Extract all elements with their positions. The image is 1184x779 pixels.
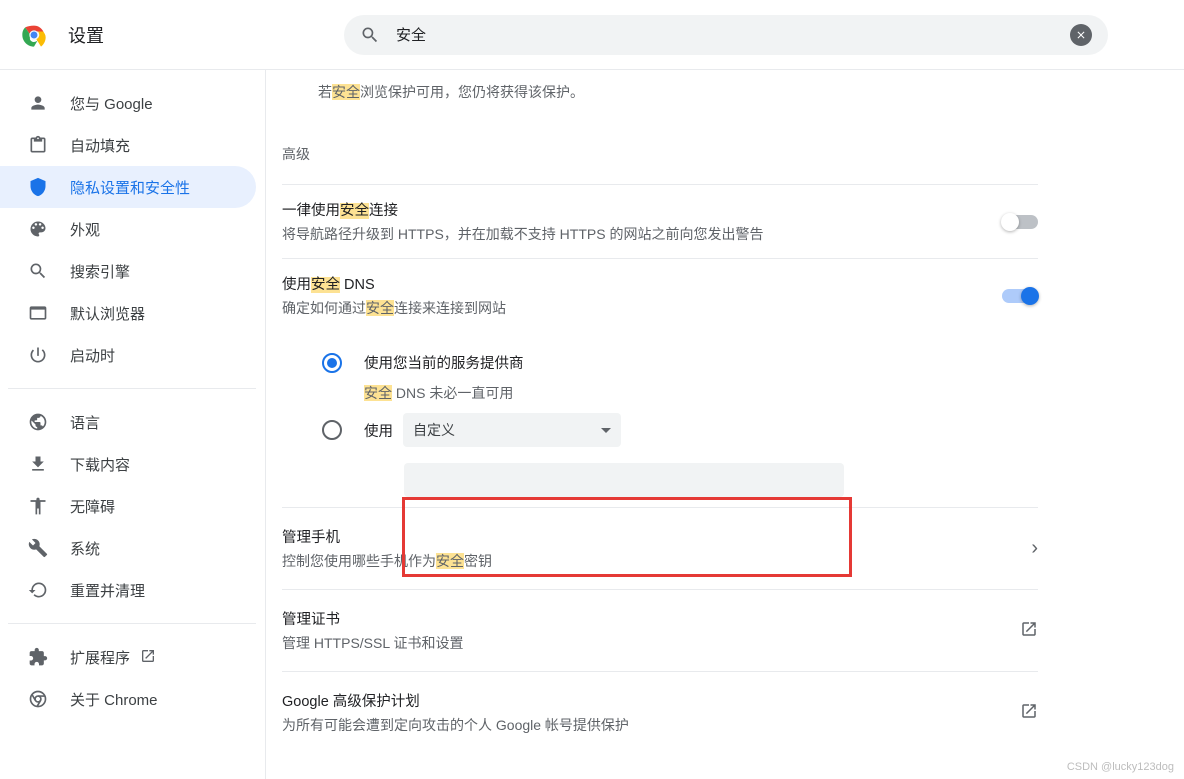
- always-https-title: 一律使用安全连接: [282, 199, 1002, 220]
- chevron-right-icon: ›: [1031, 537, 1038, 560]
- dns-provider-dropdown[interactable]: 自定义: [403, 413, 621, 447]
- app-header: 设置 安全: [0, 0, 1184, 70]
- manage-certificates-row[interactable]: 管理证书 管理 HTTPS/SSL 证书和设置: [282, 589, 1038, 671]
- close-icon: [1075, 29, 1087, 41]
- sidebar-item-label: 系统: [70, 538, 100, 559]
- sidebar: 您与 Google 自动填充 隐私设置和安全性 外观 搜索引擎 默认浏览器 启动…: [0, 70, 265, 779]
- restore-icon: [28, 580, 48, 600]
- sidebar-item-system[interactable]: 系统: [0, 527, 256, 569]
- download-icon: [28, 454, 48, 474]
- sidebar-item-language[interactable]: 语言: [0, 401, 256, 443]
- manage-phones-sub: 控制您使用哪些手机作为安全密钥: [282, 551, 492, 571]
- sidebar-item-reset[interactable]: 重置并清理: [0, 569, 256, 611]
- chrome-logo-icon: [20, 21, 48, 49]
- open-external-icon: [1020, 620, 1038, 641]
- sidebar-item-startup[interactable]: 启动时: [0, 334, 256, 376]
- always-https-row: 一律使用安全连接 将导航路径升级到 HTTPS，并在加载不支持 HTTPS 的网…: [282, 184, 1038, 258]
- search-icon: [28, 261, 48, 281]
- dns-custom-input[interactable]: [404, 463, 844, 497]
- sidebar-item-label: 默认浏览器: [70, 303, 145, 324]
- secure-dns-toggle[interactable]: [1002, 289, 1038, 303]
- advanced-section-title: 高级: [282, 144, 1038, 164]
- sidebar-item-label: 扩展程序: [70, 647, 130, 668]
- accessibility-icon: [28, 496, 48, 516]
- clear-search-button[interactable]: [1070, 24, 1092, 46]
- sidebar-item-label: 无障碍: [70, 496, 115, 517]
- sidebar-item-label: 外观: [70, 219, 100, 240]
- secure-dns-title: 使用安全 DNS: [282, 273, 1002, 294]
- manage-certificates-title: 管理证书: [282, 608, 464, 629]
- always-https-sub: 将导航路径升级到 HTTPS，并在加载不支持 HTTPS 的网站之前向您发出警告: [282, 224, 1002, 244]
- manage-phones-row[interactable]: 管理手机 控制您使用哪些手机作为安全密钥 ›: [282, 507, 1038, 589]
- always-https-toggle[interactable]: [1002, 215, 1038, 229]
- sidebar-item-label: 关于 Chrome: [70, 689, 158, 710]
- dropdown-label: 自定义: [413, 420, 455, 440]
- sidebar-item-label: 您与 Google: [70, 93, 153, 114]
- person-icon: [28, 93, 48, 113]
- sidebar-item-label: 启动时: [70, 345, 115, 366]
- sidebar-item-label: 语言: [70, 412, 100, 433]
- advanced-protection-row[interactable]: Google 高级保护计划 为所有可能会遭到定向攻击的个人 Google 帐号提…: [282, 671, 1038, 753]
- secure-dns-sub: 确定如何通过安全连接来连接到网站: [282, 298, 1002, 318]
- sidebar-item-label: 自动填充: [70, 135, 130, 156]
- sidebar-item-extensions[interactable]: 扩展程序: [0, 636, 256, 678]
- sidebar-item-search-engine[interactable]: 搜索引擎: [0, 250, 256, 292]
- search-input-value: 安全: [396, 24, 1070, 45]
- sidebar-item-label: 搜索引擎: [70, 261, 130, 282]
- page-title: 设置: [68, 22, 104, 48]
- radio-icon: [322, 353, 342, 373]
- shield-icon: [28, 177, 48, 197]
- radio-label: 使用: [364, 420, 393, 441]
- extension-icon: [28, 647, 48, 667]
- sidebar-item-about[interactable]: 关于 Chrome: [0, 678, 256, 720]
- globe-icon: [28, 412, 48, 432]
- radio-icon: [322, 420, 342, 440]
- sidebar-item-label: 下载内容: [70, 454, 130, 475]
- sidebar-item-label: 重置并清理: [70, 580, 145, 601]
- manage-certificates-sub: 管理 HTTPS/SSL 证书和设置: [282, 633, 464, 653]
- sidebar-item-downloads[interactable]: 下载内容: [0, 443, 256, 485]
- chrome-outline-icon: [28, 689, 48, 709]
- power-icon: [28, 345, 48, 365]
- palette-icon: [28, 219, 48, 239]
- sidebar-item-autofill[interactable]: 自动填充: [0, 124, 256, 166]
- sidebar-item-appearance[interactable]: 外观: [0, 208, 256, 250]
- sidebar-item-label: 隐私设置和安全性: [70, 177, 190, 198]
- watermark: CSDN @lucky123dog: [1067, 761, 1174, 773]
- radio-label: 使用您当前的服务提供商: [364, 352, 524, 373]
- advanced-protection-sub: 为所有可能会遭到定向攻击的个人 Google 帐号提供保护: [282, 715, 629, 735]
- sidebar-item-accessibility[interactable]: 无障碍: [0, 485, 256, 527]
- divider: [8, 623, 256, 624]
- wrench-icon: [28, 538, 48, 558]
- search-icon: [360, 25, 380, 45]
- advanced-protection-title: Google 高级保护计划: [282, 690, 629, 711]
- secure-dns-options: 使用您当前的服务提供商 安全 DNS 未必一直可用 使用 自定义: [282, 332, 1038, 507]
- sidebar-item-default-browser[interactable]: 默认浏览器: [0, 292, 256, 334]
- chevron-down-icon: [601, 428, 611, 433]
- divider: [8, 388, 256, 389]
- main-content: 若安全浏览保护可用，您仍将获得该保护。 高级 一律使用安全连接 将导航路径升级到…: [265, 70, 1184, 779]
- search-bar[interactable]: 安全: [344, 15, 1108, 55]
- dns-option-current-sub: 安全 DNS 未必一直可用: [364, 383, 1038, 403]
- dns-option-custom[interactable]: 使用 自定义: [322, 413, 1038, 447]
- dns-option-current-provider[interactable]: 使用您当前的服务提供商: [322, 352, 1038, 373]
- open-external-icon: [140, 648, 156, 667]
- protection-description: 若安全浏览保护可用，您仍将获得该保护。: [282, 76, 1038, 108]
- sidebar-item-privacy-security[interactable]: 隐私设置和安全性: [0, 166, 256, 208]
- browser-icon: [28, 303, 48, 323]
- secure-dns-row: 使用安全 DNS 确定如何通过安全连接来连接到网站: [282, 258, 1038, 332]
- manage-phones-title: 管理手机: [282, 526, 492, 547]
- open-external-icon: [1020, 702, 1038, 723]
- sidebar-item-you-and-google[interactable]: 您与 Google: [0, 82, 256, 124]
- clipboard-icon: [28, 135, 48, 155]
